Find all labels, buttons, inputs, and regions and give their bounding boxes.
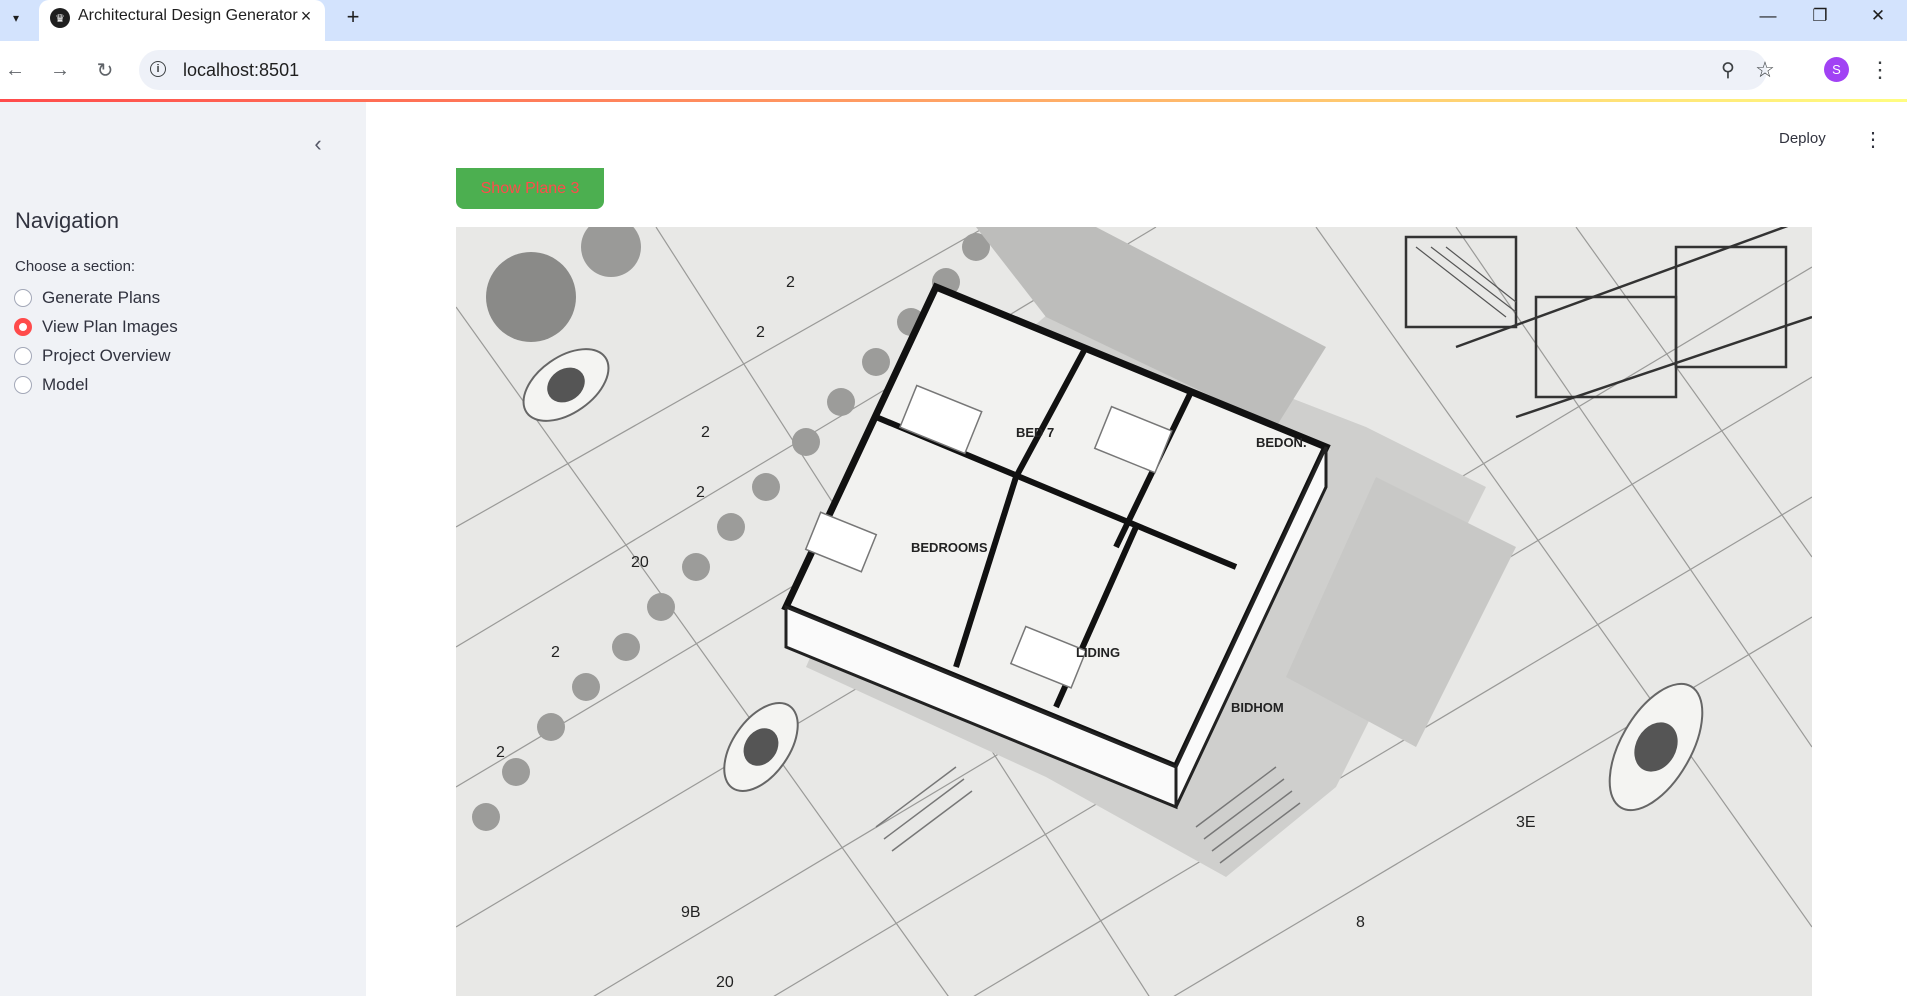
restore-icon[interactable]: ❐ [1800,3,1840,29]
info-icon[interactable]: i [150,61,166,77]
radio-button[interactable] [14,347,32,365]
browser-toolbar: ← → ↻ i localhost:8501 ⚲ ☆ S ⋮ [0,41,1907,99]
room-label: BEDON. [1256,435,1307,450]
radio-option-generate-plans[interactable]: Generate Plans [14,286,344,310]
svg-text:20: 20 [631,554,649,571]
arrow-right-icon[interactable]: → [45,55,75,85]
zoom-icon[interactable]: ⚲ [1716,58,1740,82]
chevron-down-icon[interactable]: ▾ [4,6,28,30]
streamlit-crown-icon: ♛ [50,8,70,28]
star-icon[interactable]: ☆ [1752,57,1778,83]
minimize-icon[interactable]: — [1748,3,1788,29]
room-label: BEDROOMS [911,540,988,555]
plus-icon[interactable]: + [340,4,366,30]
svg-text:20: 20 [716,974,734,991]
svg-text:8: 8 [1356,914,1365,931]
radio-option-label: Generate Plans [42,288,161,307]
room-label: BED 7 [1016,425,1054,440]
arrow-left-icon[interactable]: ← [0,55,30,85]
floor-plan-image: 2 2 2 2 20 2 2 9B 20 3E 8 BED 7 BEDON. BEDROO… [456,227,1812,996]
url-text[interactable]: localhost:8501 [183,60,299,81]
svg-text:2: 2 [786,274,795,291]
radio-button-selected[interactable] [14,318,32,336]
floor-plan-illustration: 2 2 2 2 20 2 2 9B 20 3E 8 BED 7 BEDON. BEDROO… [456,227,1812,996]
avatar[interactable]: S [1824,57,1849,82]
radio-option-view-plan-images[interactable]: View Plan Images [14,315,344,339]
radio-option-project-overview[interactable]: Project Overview [14,344,344,368]
radio-option-label: Project Overview [42,346,171,365]
kebab-icon[interactable]: ⋮ [1868,55,1892,85]
browser-tab[interactable]: ♛ Architectural Design Generator × [39,0,325,41]
sidebar-title: Navigation [15,208,119,233]
svg-text:2: 2 [756,324,765,341]
radio-button[interactable] [14,376,32,394]
reload-icon[interactable]: ↻ [90,55,120,85]
radio-option-label: View Plan Images [42,317,178,336]
room-label: LIDING [1076,645,1120,660]
chevron-left-icon[interactable]: ‹ [306,131,330,156]
close-icon[interactable]: × [295,5,317,27]
radio-button[interactable] [14,289,32,307]
radio-option-model[interactable]: Model [14,373,344,397]
sidebar: ‹ Navigation Choose a section: Generate … [0,102,366,996]
main-content: Deploy ⋮ Show Plane 3 2 2 2 2 20 2 2 9B … [366,102,1907,996]
svg-text:2: 2 [551,644,560,661]
address-bar[interactable]: i localhost:8501 ⚲ ☆ [139,50,1775,90]
browser-tab-strip: ▾ ♛ Architectural Design Generator × + —… [0,0,1907,41]
svg-text:3E: 3E [1516,814,1536,831]
show-plan-button[interactable]: Show Plane 3 [456,168,604,209]
tab-title: Architectural Design Generator [78,7,298,24]
svg-text:2: 2 [496,744,505,761]
close-window-icon[interactable]: ✕ [1858,3,1898,29]
svg-text:2: 2 [696,484,705,501]
room-label: BIDHOM [1231,700,1284,715]
svg-text:9B: 9B [681,904,701,921]
deploy-button[interactable]: Deploy [1779,130,1826,147]
svg-text:2: 2 [701,424,710,441]
radio-option-label: Model [42,375,89,394]
radio-group-label: Choose a section: [15,258,136,275]
kebab-icon[interactable]: ⋮ [1863,126,1883,152]
